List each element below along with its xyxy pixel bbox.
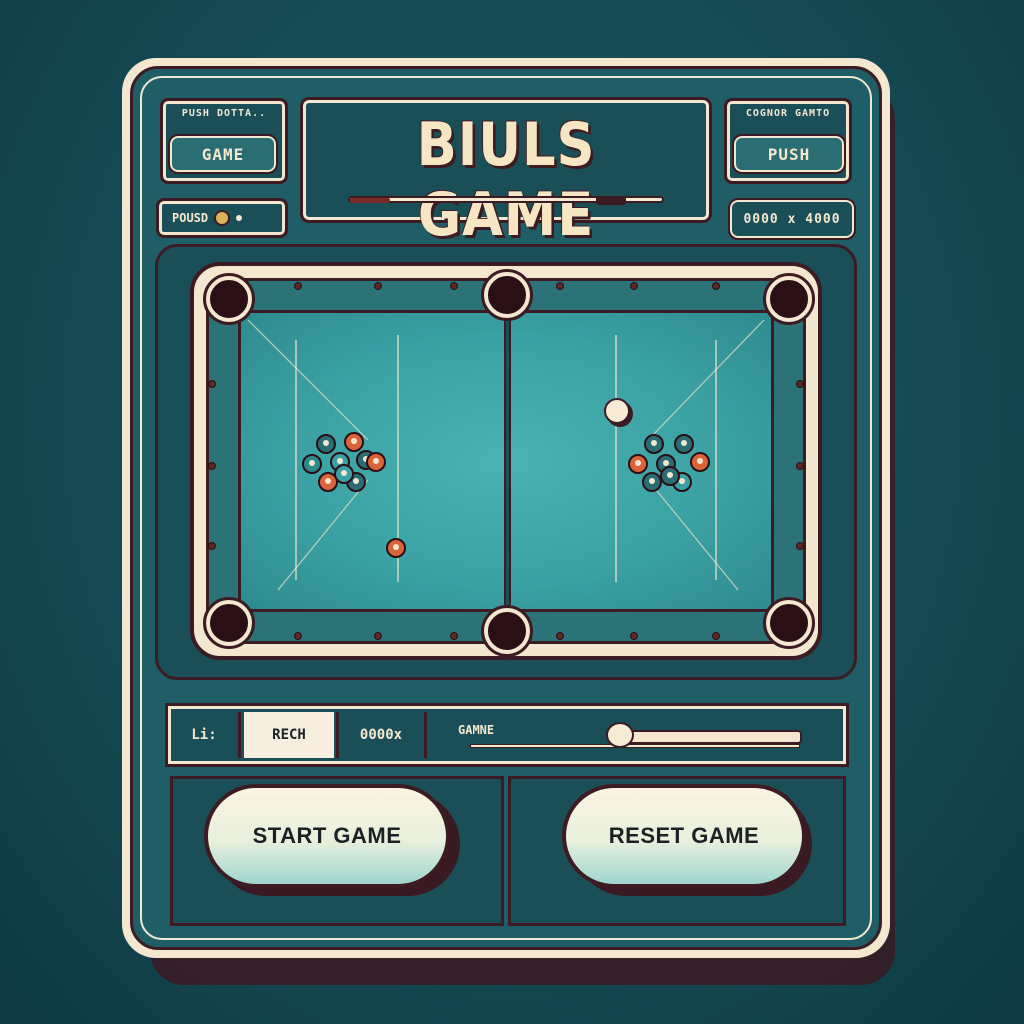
rail-diamond [374,632,382,640]
rail-diamond [712,632,720,640]
rail-diamond [208,462,216,470]
status-game-label: GAMNE [458,723,495,737]
rail-diamond [796,542,804,550]
power-knob-icon[interactable] [214,210,231,226]
rail-diamond [208,380,216,388]
power-label: POUSD [172,211,209,225]
left-header-label: PUSH DOTTA.. [181,108,267,119]
pool-ball[interactable] [644,434,664,454]
power-readout: POUSD [164,206,284,230]
rail-diamond [208,542,216,550]
status-score: 0000x [359,727,403,743]
cue-butt-icon [596,196,626,205]
rail-diamond [294,282,302,290]
pocket-top-middle [481,269,533,321]
status-lives: Li: [191,727,217,743]
pool-ball[interactable] [334,464,354,484]
loose-ball[interactable] [386,538,406,558]
rail-diamond [450,282,458,290]
pool-ball[interactable] [344,432,364,452]
status-separator [336,712,339,758]
pool-ball[interactable] [674,434,694,454]
pocket-bottom-left [203,597,255,649]
pocket-bottom-middle [481,605,533,657]
pool-ball[interactable] [690,452,710,472]
rail-diamond [630,282,638,290]
status-separator [238,712,241,758]
pocket-top-left [203,273,255,325]
rail-diamond [796,462,804,470]
status-separator [424,712,427,758]
reset-game-button[interactable]: RESET GAME [562,784,806,888]
rail-diamond [294,632,302,640]
power-indicator-icon [236,215,243,221]
pool-ball[interactable] [628,454,648,474]
start-game-button[interactable]: START GAME [204,784,450,888]
score-display: 0000 x 4000 [728,198,856,240]
pool-ball[interactable] [366,452,386,472]
rail-diamond [796,380,804,388]
rail-diamond [374,282,382,290]
status-reach-tab[interactable]: RECH [244,712,334,758]
rail-diamond [450,632,458,640]
pool-ball[interactable] [642,472,662,492]
center-divider [504,315,511,607]
rail-diamond [556,282,564,290]
pool-ball[interactable] [302,454,322,474]
pool-ball[interactable] [660,466,680,486]
rail-diamond [556,632,564,640]
push-button[interactable]: PUSH [732,134,846,174]
pocket-bottom-right [763,597,815,649]
status-cue-slider[interactable] [470,744,800,748]
pocket-top-right [763,273,815,325]
pool-ball[interactable] [316,434,336,454]
rail-diamond [630,632,638,640]
rail-diamond [712,282,720,290]
cue-ball-icon [606,722,634,748]
cue-stick-icon[interactable] [624,730,802,744]
cue-ball[interactable] [604,398,630,424]
game-title: BIULS GAME [416,110,596,250]
right-header-label: COGNOR GAMTO [745,108,831,119]
game-mode-button[interactable]: GAME [168,134,278,174]
cue-tip-icon [350,198,390,203]
